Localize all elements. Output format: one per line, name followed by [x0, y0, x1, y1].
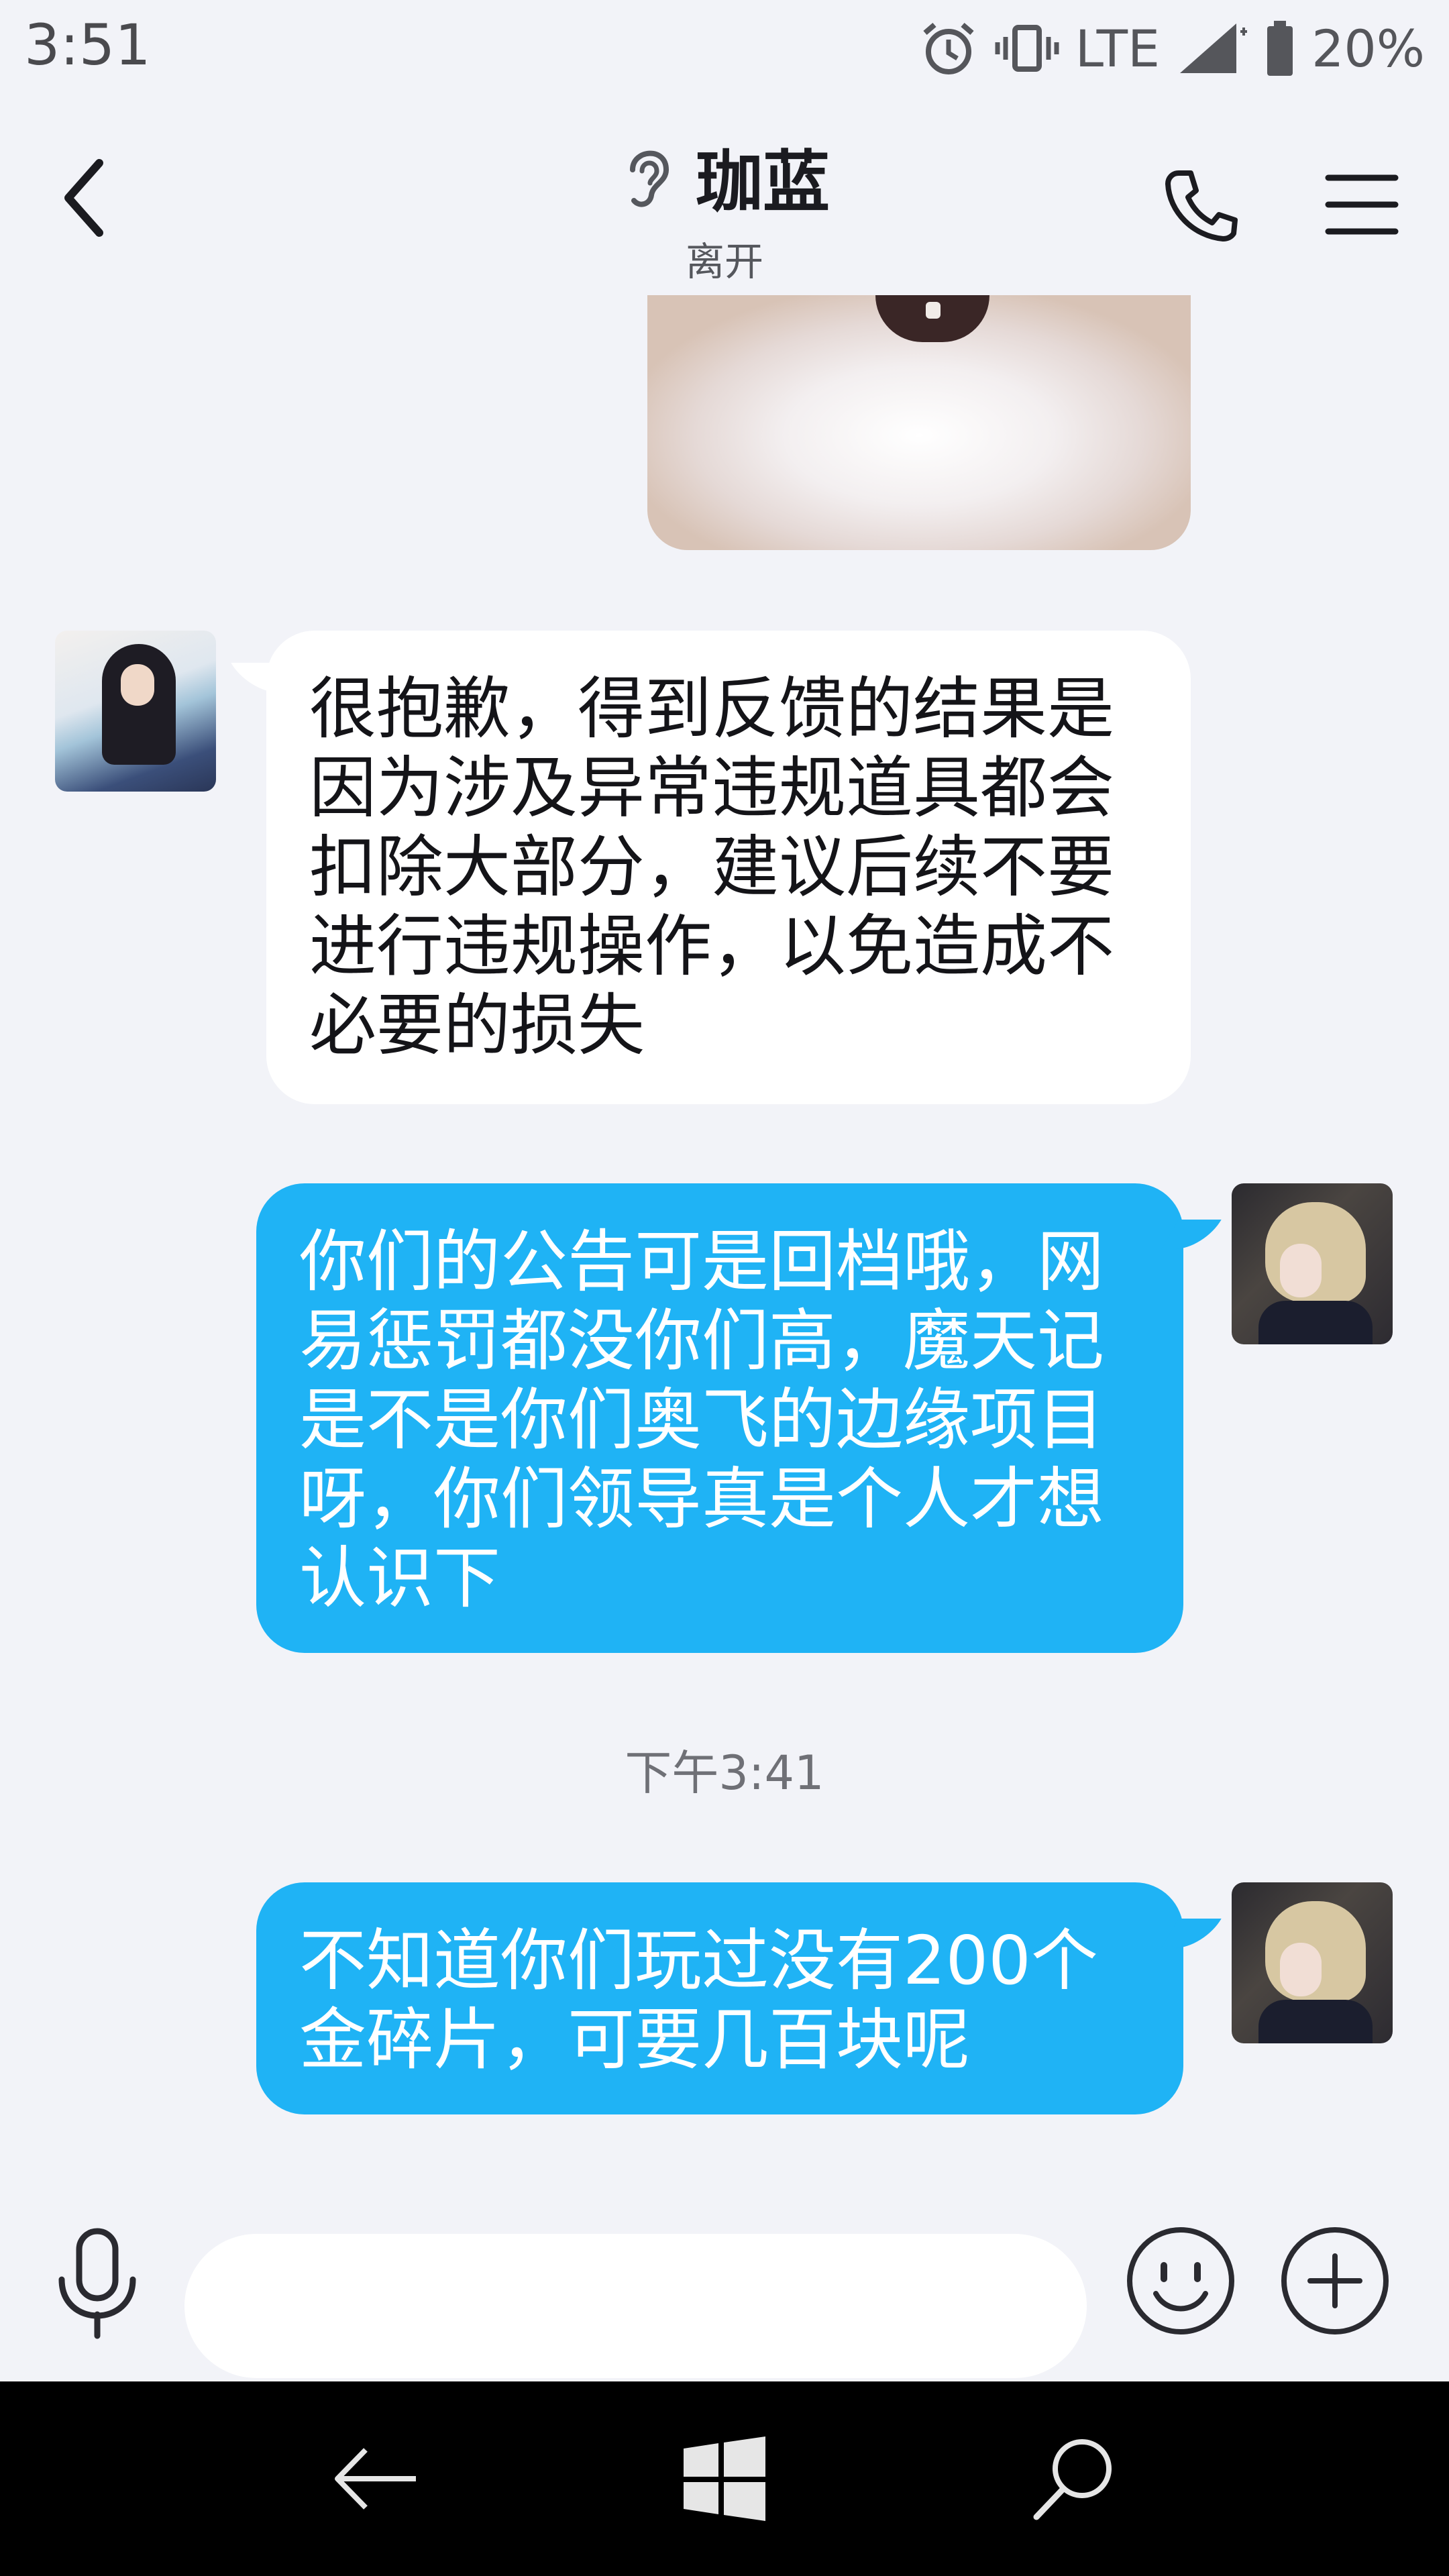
nav-back-icon	[335, 2448, 416, 2510]
network-type: LTE	[1075, 18, 1161, 78]
menu-button[interactable]	[1311, 154, 1412, 255]
menu-icon	[1325, 174, 1399, 235]
call-button[interactable]	[1150, 154, 1251, 255]
message-bubble-outgoing[interactable]: 你们的公告可是回档哦，网 易惩罚都没你们高，魔天记 是不是你们奥飞的边缘项目 呀…	[256, 1183, 1183, 1653]
emoji-icon	[1127, 2227, 1234, 2334]
message-bubble-incoming[interactable]: 很抱歉，得到反馈的结果是 因为涉及异常违规道具都会 扣除大部分，建议后续不要 进…	[266, 631, 1191, 1104]
ear-icon	[630, 150, 669, 207]
my-avatar[interactable]	[1232, 1882, 1393, 2043]
image-message[interactable]	[647, 295, 1191, 550]
phone-icon	[1165, 170, 1238, 241]
chat-area[interactable]: 很抱歉，得到反馈的结果是 因为涉及异常违规道具都会 扣除大部分，建议后续不要 进…	[0, 295, 1449, 2187]
signal-icon	[1175, 18, 1248, 78]
input-bar	[0, 2187, 1449, 2381]
battery-level: 20%	[1311, 18, 1425, 78]
my-avatar[interactable]	[1232, 1183, 1393, 1344]
system-nav-bar	[0, 2381, 1449, 2576]
contact-name: 珈蓝	[696, 143, 830, 221]
status-icons: LTE 20%	[918, 15, 1425, 82]
battery-icon	[1263, 18, 1297, 78]
nav-search-icon	[1033, 2439, 1112, 2520]
voice-button[interactable]	[47, 2217, 148, 2351]
image-content	[875, 295, 989, 342]
nav-search-button[interactable]	[1006, 2418, 1140, 2539]
message-input[interactable]	[184, 2234, 1087, 2378]
emoji-button[interactable]	[1120, 2220, 1241, 2341]
status-time: 3:51	[24, 12, 151, 78]
nav-back-button[interactable]	[309, 2418, 443, 2539]
nav-home-button[interactable]	[657, 2418, 792, 2539]
message-bubble-outgoing[interactable]: 不知道你们玩过没有200个 金碎片，可要几百块呢	[256, 1882, 1183, 2114]
windows-home-icon	[684, 2436, 765, 2521]
alarm-icon	[918, 18, 979, 78]
plus-icon	[1281, 2227, 1389, 2334]
microphone-icon	[58, 2228, 136, 2339]
more-button[interactable]	[1275, 2220, 1395, 2341]
message-timestamp: 下午3:41	[625, 1746, 824, 1801]
vibrate-icon	[994, 18, 1061, 78]
chat-header: 珈蓝 离开	[0, 101, 1449, 295]
contact-avatar[interactable]	[55, 631, 216, 792]
status-bar: 3:51 LTE 20%	[0, 0, 1449, 101]
